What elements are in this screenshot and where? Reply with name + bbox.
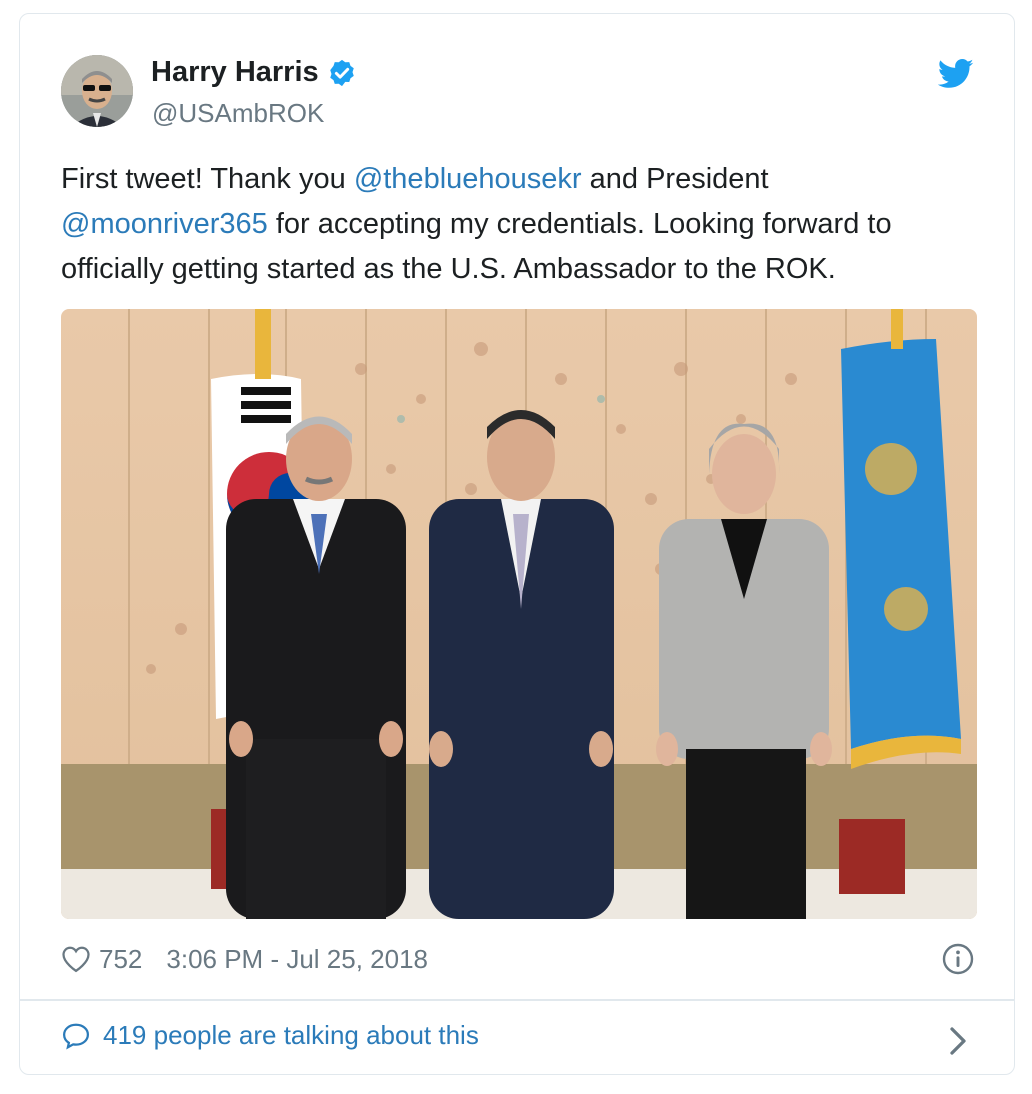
avatar[interactable] (61, 55, 133, 127)
tweet-photo[interactable] (61, 309, 977, 919)
verified-badge-icon (329, 59, 354, 86)
info-icon[interactable] (942, 943, 974, 975)
chevron-right-icon[interactable] (948, 1026, 968, 1056)
conversation-text[interactable]: 419 people are talking about this (103, 1020, 479, 1051)
tweet-text: First tweet! Thank you @thebluehousekr a… (61, 157, 981, 292)
comment-bubble-icon (62, 1023, 90, 1049)
like-count[interactable]: 752 (99, 944, 142, 975)
author-name-text[interactable]: Harry Harris (151, 56, 319, 89)
tweet-timestamp[interactable]: 3:06 PM - Jul 25, 2018 (166, 944, 428, 975)
photo-image (61, 309, 977, 919)
tweet-card[interactable]: Harry Harris @USAmbROK First tweet! Than… (19, 13, 1015, 1075)
mention-moonriver365[interactable]: @moonriver365 (61, 208, 268, 240)
twitter-bird-icon[interactable] (938, 58, 974, 90)
heart-icon[interactable] (61, 945, 91, 973)
tweet-text-part: First tweet! Thank you (61, 163, 354, 195)
author-handle[interactable]: @USAmbROK (152, 98, 324, 129)
tweet-text-part: and President (581, 163, 769, 195)
author-name[interactable]: Harry Harris (151, 56, 357, 89)
tweet-meta: 752 3:06 PM - Jul 25, 2018 (61, 939, 428, 979)
mention-thebluehousekr[interactable]: @thebluehousekr (354, 163, 582, 195)
divider (20, 999, 1014, 1001)
conversation-link[interactable]: 419 people are talking about this (61, 1020, 479, 1051)
